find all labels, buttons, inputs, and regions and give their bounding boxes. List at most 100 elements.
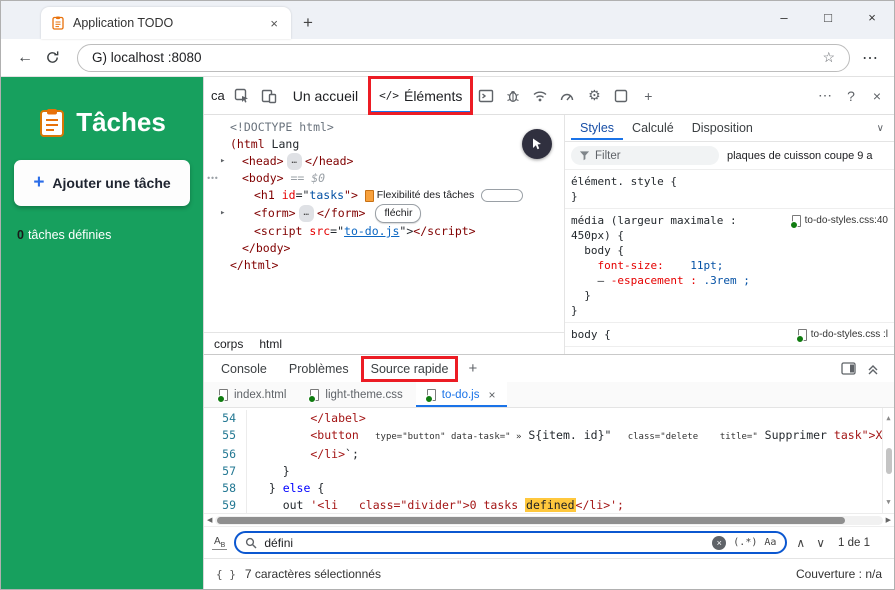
code-line[interactable]: 55 <button type="button" data-task=" » S…	[204, 427, 882, 446]
tab-quick-source[interactable]: Source rapide	[362, 357, 458, 381]
scroll-up-icon[interactable]: ▲	[886, 410, 890, 427]
stylesheet-link[interactable]: to-do-styles.css :l	[798, 327, 888, 342]
expand-arrow-icon[interactable]: ▸	[220, 205, 230, 222]
styles-pane: Styles Calculé Disposition ∨ Filter plaq…	[564, 115, 894, 354]
browser-menu-button[interactable]: ⋯	[858, 48, 882, 68]
code-token: ="	[330, 223, 344, 240]
file-tab-to-do.js[interactable]: to-do.js×	[416, 382, 507, 407]
refresh-button[interactable]	[45, 50, 69, 65]
new-tab-button[interactable]: +	[291, 13, 325, 39]
dom-tree-row[interactable]: </body>	[204, 240, 564, 257]
scroll-down-icon[interactable]: ▼	[886, 494, 890, 511]
code-token: .3rem ;	[697, 274, 750, 287]
code-token: <body>	[242, 170, 284, 187]
browser-window: Application TODO × + – □ × ← G) localhos…	[0, 0, 895, 590]
chevron-down-icon[interactable]: ∨	[877, 123, 888, 134]
console-drawer-icon[interactable]	[473, 83, 499, 109]
find-bar: AB défini × (.*) Aa ∧ ∨ 1 de 1	[204, 526, 894, 558]
tab-welcome[interactable]: Un accueil	[283, 77, 368, 114]
help-icon[interactable]: ?	[838, 83, 864, 109]
expand-drawer-icon[interactable]	[866, 362, 880, 375]
code-token: (html	[230, 136, 265, 153]
find-mode-icon[interactable]: AB	[212, 536, 227, 550]
code-token: ="	[296, 187, 310, 204]
stylesheet-link[interactable]: to-do-styles.css:40	[792, 213, 888, 228]
minimize-button[interactable]: –	[762, 1, 806, 33]
code-token: {	[310, 481, 324, 495]
favorite-star-icon[interactable]: ☆	[822, 49, 835, 66]
scroll-left-icon[interactable]: ◀	[207, 516, 212, 524]
code-token: -espacement :	[611, 274, 697, 287]
maximize-button[interactable]: □	[806, 1, 850, 33]
breadcrumb-item-body[interactable]: corps	[214, 337, 243, 351]
match-case-toggle[interactable]: Aa	[764, 537, 776, 548]
format-code-button[interactable]: { }	[216, 568, 236, 581]
window-close-button[interactable]: ×	[850, 1, 894, 33]
devtools-close-icon[interactable]: ×	[864, 83, 890, 109]
tab-close-icon[interactable]: ×	[267, 16, 281, 31]
horizontal-scroll-thumb[interactable]	[217, 517, 844, 524]
dom-tree-row[interactable]: <!DOCTYPE html>	[204, 119, 564, 136]
regex-toggle[interactable]: (.*)	[733, 537, 757, 548]
line-number[interactable]: 55	[204, 427, 246, 446]
tab-issues-drawer[interactable]: Problèmes	[280, 357, 358, 381]
back-button[interactable]: ←	[13, 49, 37, 67]
line-number[interactable]: 56	[204, 446, 246, 463]
performance-gauge-icon[interactable]	[554, 83, 580, 109]
fold-ellipsis[interactable]: …	[287, 153, 302, 170]
tab-elements[interactable]: </> Éléments	[369, 77, 472, 114]
horizontal-scrollbar[interactable]: ◀ ▶	[204, 513, 894, 526]
dom-tree-row[interactable]: <script src="to-do.js"></script>	[204, 223, 564, 240]
dock-side-icon[interactable]	[841, 362, 856, 375]
code-line[interactable]: 56 </li>`;	[204, 446, 882, 463]
fold-ellipsis[interactable]: …	[299, 205, 314, 222]
close-file-tab-icon[interactable]: ×	[488, 388, 495, 402]
dom-tree-row[interactable]: </html>	[204, 257, 564, 274]
line-number[interactable]: 54	[204, 410, 246, 427]
inspect-icon[interactable]	[229, 83, 255, 109]
settings-gear-icon[interactable]: ⚙	[581, 83, 607, 109]
previous-match-button[interactable]: ∧	[794, 536, 807, 550]
file-tab-index.html[interactable]: index.html	[208, 382, 297, 407]
code-line[interactable]: 58 } else {	[204, 480, 882, 497]
dom-tree-row[interactable]: ▸<form>…</form>fléchir	[204, 204, 564, 223]
browser-tab[interactable]: Application TODO ×	[41, 7, 291, 39]
tab-computed[interactable]: Calculé	[623, 116, 683, 140]
code-editor: 54 </label>55 <button type="button" data…	[204, 408, 882, 513]
network-conditions-icon[interactable]	[527, 83, 553, 109]
tab-styles[interactable]: Styles	[571, 116, 623, 140]
find-input[interactable]: défini × (.*) Aa	[234, 531, 787, 554]
file-tab-light-theme.css[interactable]: light-theme.css	[299, 382, 413, 407]
issues-bug-icon[interactable]	[500, 83, 526, 109]
vertical-scrollbar[interactable]: ▲ ▼	[882, 408, 894, 513]
line-number[interactable]: 59	[204, 497, 246, 513]
clear-search-icon[interactable]: ×	[712, 536, 726, 550]
next-match-button[interactable]: ∨	[814, 536, 827, 550]
expand-arrow-icon[interactable]: ▸	[220, 153, 230, 170]
more-tools-icon[interactable]	[608, 83, 634, 109]
devtools-menu-icon[interactable]: ⋯	[812, 83, 838, 109]
code-token: body {	[571, 244, 624, 257]
styles-filter-input[interactable]: Filter	[571, 146, 719, 165]
tab-layout[interactable]: Disposition	[683, 116, 762, 140]
add-tab-icon[interactable]: +	[635, 83, 661, 109]
dom-tree-row[interactable]: •••<body> == $0	[204, 170, 564, 187]
vertical-scroll-thumb[interactable]	[886, 448, 892, 474]
dom-tree-row[interactable]: <h1 id="tasks"> Flexibilité des tâches	[204, 187, 564, 204]
scroll-right-icon[interactable]: ▶	[886, 516, 891, 524]
code-line-content: out '<li class="divider">0 tasks defined…	[246, 497, 624, 513]
dom-tree-row[interactable]: ▸<head>…</head>	[204, 153, 564, 170]
horizontal-scroll-track[interactable]	[215, 516, 882, 525]
add-task-button[interactable]: + Ajouter une tâche	[14, 160, 190, 206]
tab-console[interactable]: Console	[212, 357, 276, 381]
code-line[interactable]: 57 }	[204, 463, 882, 480]
address-bar[interactable]: G) localhost :8080 ☆	[77, 44, 850, 72]
code-line[interactable]: 59 out '<li class="divider">0 tasks defi…	[204, 497, 882, 513]
breadcrumb-item-html[interactable]: html	[259, 337, 282, 351]
line-number[interactable]: 57	[204, 463, 246, 480]
code-line[interactable]: 54 </label>	[204, 410, 882, 427]
line-number[interactable]: 58	[204, 480, 246, 497]
dom-tree-row[interactable]: (html Lang	[204, 136, 564, 153]
add-drawer-tab-button[interactable]: +	[461, 360, 484, 377]
device-emulation-icon[interactable]	[256, 83, 282, 109]
